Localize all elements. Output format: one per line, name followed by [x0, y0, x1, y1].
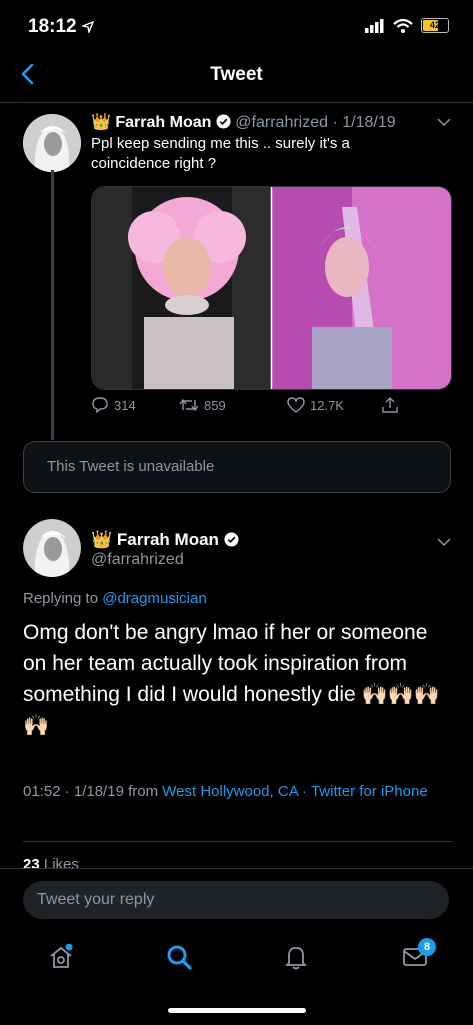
verified-badge-icon [216, 114, 231, 129]
tweet-meta: 01:52 · 1/18/19 from West Hollywood, CA … [23, 780, 453, 803]
tab-messages[interactable]: 8 [402, 938, 436, 968]
reply-input[interactable]: Tweet your reply [23, 881, 449, 919]
share-icon [382, 397, 398, 413]
replying-to: Replying to @dragmusician [23, 590, 207, 607]
replying-to-link[interactable]: @dragmusician [102, 590, 206, 607]
retweet-count: 859 [204, 397, 226, 413]
tweet-header: 👑 Farrah Moan @farrahrized · 1/18/19 [91, 112, 461, 132]
status-time: 18:12 [28, 16, 95, 38]
chevron-down-icon[interactable] [437, 117, 451, 127]
unavailable-tweet: This Tweet is unavailable [23, 441, 451, 493]
battery-icon: 42 [421, 18, 449, 33]
status-indicators: 42 [365, 18, 449, 33]
verified-badge-icon [224, 532, 239, 547]
battery-level: 42 [429, 20, 440, 30]
home-indicator [168, 1008, 306, 1013]
heart-icon [287, 397, 305, 413]
tab-notifications[interactable] [283, 944, 309, 970]
avatar[interactable] [23, 519, 81, 577]
tweet-text: Ppl keep sending me this .. surely it's … [91, 135, 350, 172]
avatar[interactable] [23, 114, 81, 172]
tweet-date: · 1/18/19 [332, 114, 396, 131]
wifi-icon [393, 18, 413, 33]
retweet-action[interactable]: 859 [179, 397, 287, 413]
tweet-text: Omg don't be angry lmao if her or someon… [23, 617, 453, 741]
header: Tweet [0, 48, 473, 103]
retweet-icon [179, 398, 199, 412]
page-title: Tweet [210, 64, 263, 85]
reply-count: 314 [114, 397, 136, 413]
search-icon [167, 945, 192, 970]
home-icon [50, 943, 73, 968]
unavailable-text: This Tweet is unavailable [47, 458, 215, 475]
author-handle[interactable]: @farrahrized [91, 551, 184, 569]
divider [23, 841, 453, 842]
reply-placeholder: Tweet your reply [37, 891, 155, 908]
thread-line [51, 170, 54, 440]
bell-icon [284, 947, 308, 970]
location-link[interactable]: West Hollywood, CA [162, 783, 298, 800]
replying-prefix: Replying to [23, 590, 99, 607]
tweet-time: 01:52 · 1/18/19 from [23, 783, 159, 800]
messages-badge: 8 [418, 938, 436, 956]
reply-action[interactable]: 314 [91, 396, 179, 414]
tab-bar: 8 [0, 928, 473, 988]
location-arrow-icon [80, 20, 95, 35]
like-count: 12.7K [310, 397, 344, 413]
tab-search[interactable] [166, 944, 192, 970]
tweet-actions: 314 859 12.7K [91, 396, 451, 414]
tab-home[interactable] [48, 943, 74, 970]
like-action[interactable]: 12.7K [287, 397, 381, 413]
chevron-down-icon[interactable] [437, 537, 451, 547]
crown-emoji: 👑 [91, 530, 113, 549]
reply-icon [92, 397, 108, 414]
author-name[interactable]: Farrah Moan [115, 114, 211, 131]
crown-emoji: 👑 [91, 114, 111, 131]
share-action[interactable] [381, 396, 399, 414]
source-link[interactable]: · Twitter for iPhone [302, 783, 428, 800]
tweet-author: 👑 Farrah Moan [91, 530, 239, 550]
tweet-media[interactable] [91, 186, 452, 390]
signal-icon [365, 18, 384, 33]
author-name[interactable]: Farrah Moan [117, 530, 219, 549]
author-handle[interactable]: @farrahrized [235, 114, 328, 131]
